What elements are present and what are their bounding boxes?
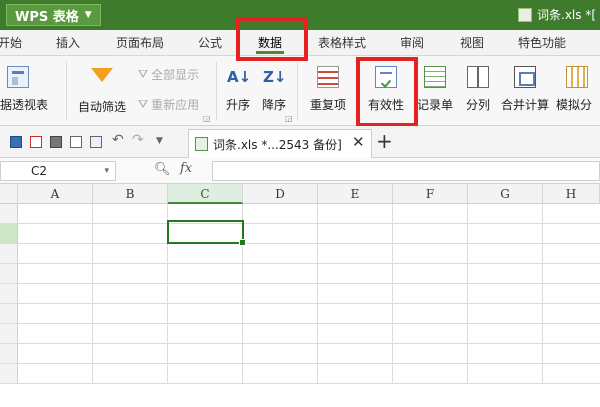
duplicates-icon [317,66,339,88]
show-all-button[interactable]: ⛛ 全部显示 [138,66,199,83]
sort-ascending-button[interactable]: A↓ 升序 [220,56,256,126]
chevron-down-icon: ▼ [84,10,92,20]
column-header-g[interactable]: G [468,184,543,204]
cell-area[interactable] [18,204,600,384]
selected-cell-c2[interactable] [167,220,246,246]
redo-icon[interactable]: ↷ [132,132,144,148]
print-preview-icon[interactable] [70,136,82,148]
window-title: 词条.xls *[ [518,6,596,23]
record-form-label: 记录单 [416,98,453,112]
customize-toolbar-icon[interactable]: ▼ [156,136,163,146]
save-icon[interactable] [10,136,22,148]
duplicates-label: 重复项 [309,98,346,112]
tab-view[interactable]: 视图 [452,30,492,56]
record-form-icon [424,66,446,88]
autofilter-label: 自动筛选 [77,100,126,114]
consolidate-button[interactable]: 合并计算 [498,56,552,126]
undo-icon[interactable]: ↶ [112,132,124,148]
sort-descending-icon: Z↓ [263,68,287,86]
spreadsheet-file-icon [195,137,208,151]
tab-insert[interactable]: 插入 [48,30,88,56]
name-box[interactable]: C2 ▾ [0,161,116,181]
sort-ascending-icon: A↓ [227,68,252,86]
column-header-c[interactable]: C [168,184,243,204]
ribbon-data: 数据透视表 自动筛选 ⛛ 全部显示 ⛛ 重新应用 ◲ A↓ 升序 Z↓ 降序 ◲… [0,56,600,126]
pivot-table-button[interactable]: 数据透视表 [0,56,58,126]
chevron-down-icon[interactable]: ▾ [104,162,109,180]
text-to-columns-label: 分列 [465,98,490,112]
autofilter-button[interactable]: 自动筛选 [70,56,134,126]
reapply-button[interactable]: ⛛ 重新应用 [138,96,199,113]
formula-bar: C2 ▾ 🔍︎ fx [0,158,600,184]
row-header[interactable] [0,324,18,344]
row-header[interactable] [0,344,18,364]
what-if-analysis-label: 模拟分 [556,98,593,112]
sort-descending-label: 降序 [261,98,286,112]
split-columns-icon [467,66,489,88]
what-if-analysis-icon [566,66,588,88]
row-header[interactable] [0,364,18,384]
pivot-table-label: 数据透视表 [0,98,48,112]
row-header[interactable] [0,204,18,224]
tab-review[interactable]: 审阅 [392,30,432,56]
show-all-label: 全部显示 [151,68,200,82]
duplicates-button[interactable]: 重复项 [304,56,352,126]
ribbon-divider [297,62,298,120]
spreadsheet-file-icon [518,7,532,22]
record-form-button[interactable]: 记录单 [412,56,458,126]
reapply-label: 重新应用 [151,98,200,112]
tab-formulas[interactable]: 公式 [190,30,230,56]
dialog-launcher-icon[interactable]: ◲ [285,114,293,123]
app-menu-button[interactable]: WPS 表格 ▼ [6,4,101,26]
formula-input[interactable] [212,161,600,181]
insert-function-icon[interactable]: fx [180,161,192,176]
highlight-validity-button [356,57,418,127]
new-tab-icon[interactable]: + [376,129,393,153]
row-header-active[interactable] [0,224,18,244]
view-icon[interactable] [90,136,102,148]
consolidate-icon [514,66,536,88]
cell-reference: C2 [31,164,48,178]
export-pdf-icon[interactable] [30,136,42,148]
tab-home[interactable]: 开始 [0,30,26,56]
document-tab[interactable]: 词条.xls *...2543 备份] [188,129,372,158]
column-header-a[interactable]: A [18,184,93,204]
column-header-e[interactable]: E [318,184,393,204]
pivot-table-icon [7,66,29,88]
sort-ascending-label: 升序 [225,98,250,112]
dialog-launcher-icon[interactable]: ◲ [203,114,211,123]
zoom-formula-icon[interactable]: 🔍︎ [154,162,171,177]
ribbon-divider [216,62,217,120]
column-header-f[interactable]: F [393,184,468,204]
row-header[interactable] [0,244,18,264]
select-all-corner[interactable] [0,184,18,204]
funnel-refresh-icon: ⛛ [138,97,149,111]
what-if-analysis-button[interactable]: 模拟分 [556,56,600,126]
document-tab-title: 词条.xls *...2543 备份] [213,137,342,152]
app-name: WPS 表格 [15,9,79,25]
spreadsheet-grid: A B C D E F G H [0,184,600,384]
filter-icon [91,68,113,82]
row-header[interactable] [0,284,18,304]
row-header[interactable] [0,264,18,284]
print-icon[interactable] [50,136,62,148]
column-header-d[interactable]: D [243,184,318,204]
text-to-columns-button[interactable]: 分列 [460,56,496,126]
consolidate-label: 合并计算 [500,98,549,112]
quick-access-toolbar: ↶ ↷ ▼ 词条.xls *...2543 备份] ✕ + [0,126,600,158]
ribbon-divider [66,62,67,120]
column-header-h[interactable]: H [543,184,600,204]
row-header[interactable] [0,304,18,324]
page-margin [0,384,600,407]
tab-table-style[interactable]: 表格样式 [312,30,372,56]
column-header-b[interactable]: B [93,184,168,204]
highlight-data-tab [236,17,308,61]
tab-special-features[interactable]: 特色功能 [510,30,574,56]
window-file-name: 词条.xls *[ [537,8,596,22]
close-icon[interactable]: ✕ [352,133,365,151]
tab-page-layout[interactable]: 页面布局 [110,30,170,56]
funnel-clear-icon: ⛛ [138,67,149,81]
